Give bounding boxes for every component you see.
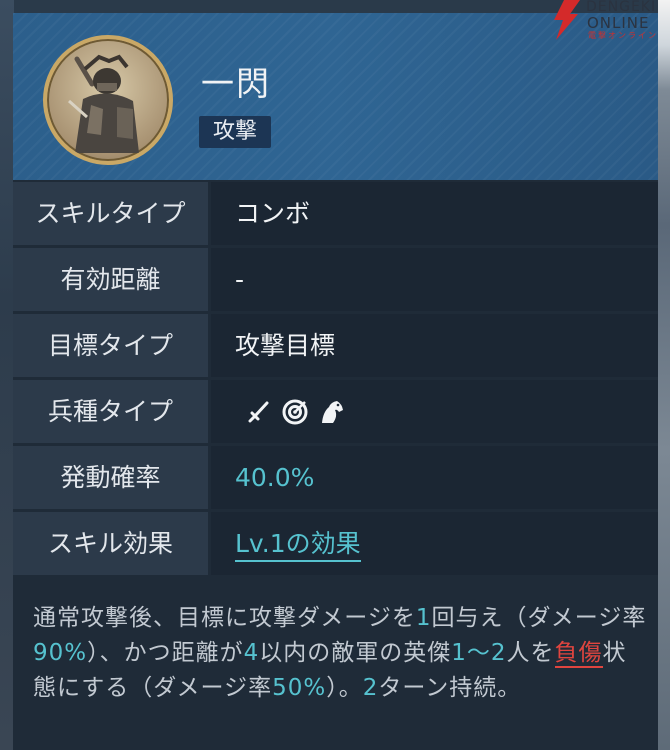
desc-number: 4 — [243, 640, 260, 666]
row-label-target-type: 目標タイプ — [13, 314, 208, 377]
lightning-bolt-icon — [554, 0, 580, 40]
row-label-skill-type: スキルタイプ — [13, 182, 208, 245]
desc-number: 90% — [33, 640, 88, 666]
horse-icon — [317, 398, 345, 426]
row-label-skill-effect: スキル効果 — [13, 512, 208, 575]
desc-number: 50% — [272, 675, 327, 701]
sword-icon — [245, 398, 273, 426]
status-effect-link[interactable]: 負傷 — [554, 640, 603, 668]
skill-attribute-table: スキルタイプ コンボ 有効距離 - 目標タイプ 攻撃目標 兵種タイプ 発動確率 … — [13, 182, 658, 578]
target-icon — [281, 398, 309, 426]
row-label-range: 有効距離 — [13, 248, 208, 311]
desc-number: 1～2 — [451, 640, 507, 666]
desc-text: ターン持続。 — [378, 675, 522, 701]
table-row: 兵種タイプ — [13, 380, 658, 443]
skill-category-badge: 攻撃 — [199, 116, 272, 148]
background-left-edge — [0, 0, 14, 750]
row-value-skill-type: コンボ — [211, 182, 658, 245]
skill-name: 一閃 — [201, 64, 271, 103]
table-row: スキルタイプ コンボ — [13, 182, 658, 245]
dengeki-online-logo: DENGEKI ONLINE 電撃オンライン — [550, 0, 670, 40]
desc-text: 人を — [506, 640, 555, 666]
desc-number: 1 — [415, 605, 432, 631]
desc-text: 以内の敵軍の英傑 — [259, 640, 452, 666]
desc-text: 通常攻撃後、目標に攻撃ダメージを — [33, 605, 416, 631]
skill-description: 通常攻撃後、目標に攻撃ダメージを1回与え（ダメージ率 90%）、かつ距離が4以内の… — [33, 601, 648, 706]
table-row: 発動確率 40.0% — [13, 446, 658, 509]
table-row: 目標タイプ 攻撃目標 — [13, 314, 658, 377]
background-right-edge — [658, 0, 670, 750]
desc-number: 2 — [362, 675, 379, 701]
row-value-range: - — [211, 248, 658, 311]
desc-text: 回与え（ダメージ率 — [431, 605, 647, 631]
row-value-unit-type — [211, 380, 658, 443]
skill-detail-panel: 一閃 攻撃 スキルタイプ コンボ 有効距離 - 目標タイプ 攻撃目標 兵種タイプ — [13, 13, 658, 750]
skill-effect-level-link[interactable]: Lv.1の効果 — [235, 529, 361, 562]
logo-text-line3: 電撃オンライン — [588, 31, 658, 40]
row-value-activation-rate: 40.0% — [211, 446, 658, 509]
table-row: 有効距離 - — [13, 248, 658, 311]
table-row: スキル効果 Lv.1の効果 — [13, 512, 658, 575]
row-label-unit-type: 兵種タイプ — [13, 380, 208, 443]
row-value-target-type: 攻撃目標 — [211, 314, 658, 377]
row-value-skill-effect: Lv.1の効果 — [211, 512, 658, 575]
row-label-activation-rate: 発動確率 — [13, 446, 208, 509]
logo-text-line1: DENGEKI — [586, 0, 657, 15]
samurai-portrait-icon — [43, 35, 173, 165]
desc-text: ）。 — [326, 675, 363, 701]
desc-text: ）、かつ距離が — [87, 640, 244, 666]
